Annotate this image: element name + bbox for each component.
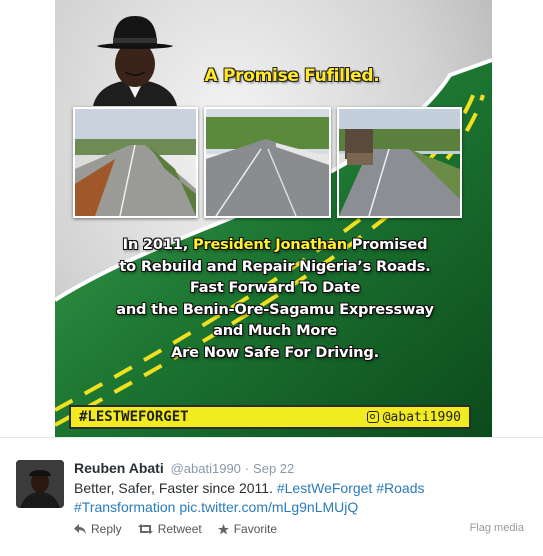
poster-line-3: Fast Forward To Date — [189, 279, 361, 296]
hashtag-roads[interactable]: #Roads — [376, 480, 424, 496]
author-handle[interactable]: @abati1990 — [171, 461, 241, 476]
avatar[interactable] — [16, 460, 64, 508]
hashtag-lestweforget[interactable]: #LestWeForget — [277, 480, 372, 496]
poster-line-4: and the Benin-Ore-Sagamu Expressway — [116, 300, 434, 318]
portrait-image — [85, 6, 185, 106]
flag-media-link[interactable]: Flag media — [470, 522, 524, 534]
poster-line-2: to Rebuild and Repair Nigeria’s Roads. — [119, 257, 431, 275]
poster-handle: @abati1990 — [382, 409, 461, 425]
tweet-media-image[interactable]: A Promise Fufilled. In 2011, President J… — [55, 0, 492, 437]
author-name[interactable]: Reuben Abati — [74, 460, 164, 476]
tweet-card: Reuben Abati @abati1990 · Sep 22 Better,… — [0, 437, 543, 556]
tweet-actions: Reply Retweet Favorite — [74, 522, 277, 536]
reply-icon — [74, 524, 86, 534]
poster-body-text: In 2011, President Jonathan Promised to … — [95, 234, 455, 363]
poster-headline: A Promise Fufilled. — [204, 66, 380, 86]
poster-hashtag: #LESTWEFORGET — [79, 409, 189, 425]
poster-tag-bar: #LESTWEFORGET @abati1990 — [69, 405, 471, 429]
tweet-text-plain: Better, Safer, Faster since 2011. — [74, 480, 277, 496]
tweet-header: Reuben Abati @abati1990 · Sep 22 — [74, 460, 294, 476]
road-photo-3 — [337, 107, 462, 218]
hashtag-transformation[interactable]: #Transformation — [74, 499, 175, 515]
media-link[interactable]: pic.twitter.com/mLg9nLMUjQ — [179, 499, 358, 515]
favorite-button[interactable]: Favorite — [217, 522, 278, 536]
retweet-button[interactable]: Retweet — [137, 522, 202, 536]
instagram-icon — [366, 411, 379, 423]
poster-line-1-pre: In 2011, — [122, 236, 193, 253]
retweet-label: Retweet — [157, 522, 202, 536]
reply-label: Reply — [91, 522, 122, 536]
star-icon — [217, 523, 229, 534]
meta-separator: · — [244, 461, 250, 476]
reply-button[interactable]: Reply — [74, 522, 122, 536]
poster-line-1-post: Promised — [346, 236, 428, 253]
poster-line-6: Are Now Safe For Driving. — [171, 343, 379, 361]
poster-line-1: In 2011, President Jonathan Promised — [95, 234, 455, 256]
poster-line-1-highlight: President Jonathan — [192, 236, 347, 253]
poster-handle-group: @abati1990 — [366, 409, 461, 425]
road-photo-2 — [204, 107, 331, 218]
favorite-label: Favorite — [233, 522, 278, 536]
tweet-text: Better, Safer, Faster since 2011. #LestW… — [74, 479, 504, 517]
tweet-date[interactable]: Sep 22 — [253, 461, 294, 476]
road-photo-1 — [73, 107, 198, 218]
poster-line-5: and Much More — [213, 322, 337, 339]
retweet-icon — [137, 524, 153, 534]
